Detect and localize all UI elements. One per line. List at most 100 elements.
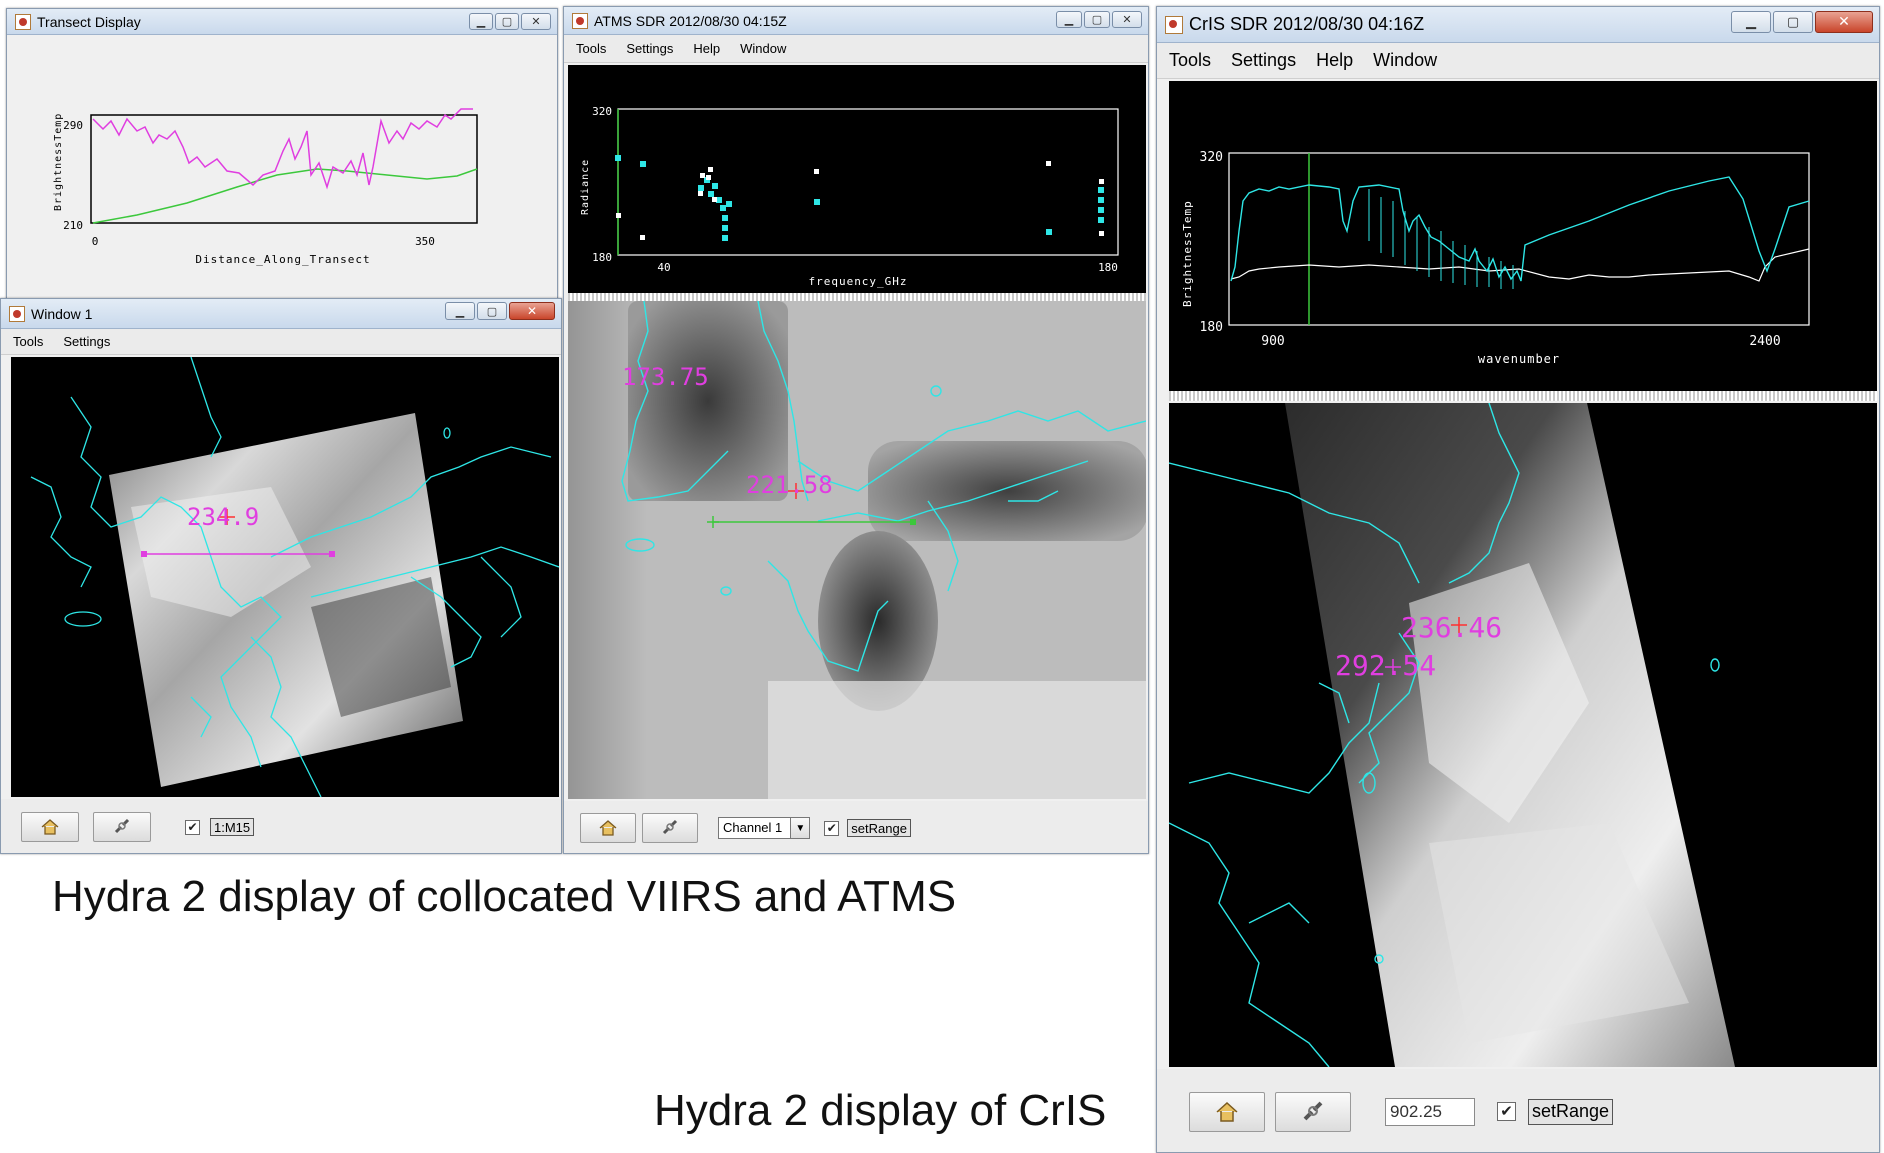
cris-menubar: Tools Settings Help Window: [1157, 43, 1879, 79]
dropdown-arrow-icon[interactable]: ▼: [790, 818, 810, 838]
atms-map-canvas[interactable]: 173.75 221.58: [568, 301, 1146, 799]
atms-menubar: Tools Settings Help Window: [564, 35, 1148, 63]
menu-settings[interactable]: Settings: [63, 334, 110, 349]
home-button[interactable]: [21, 812, 79, 842]
atms-spectrum-plot: 320 180 40 180 frequency_GHz Radiance: [580, 105, 1119, 288]
setrange-button[interactable]: setRange: [1528, 1098, 1614, 1125]
home-icon: [599, 820, 617, 836]
close-icon[interactable]: ✕: [1112, 11, 1142, 28]
minimize-icon[interactable]: ▁: [1056, 11, 1082, 28]
maximize-icon[interactable]: ▢: [477, 302, 507, 320]
menu-window[interactable]: Window: [740, 41, 786, 56]
viirs-probe-value: 234.9: [187, 503, 259, 531]
atms-map: 173.75 221.58: [568, 301, 1146, 799]
atms-cyan-points: [615, 155, 1104, 241]
link-icon: [114, 818, 130, 834]
checkbox-icon[interactable]: ✔: [824, 820, 840, 836]
viirs-window: Window 1 ▁ ▢ ✕ Tools Settings 234.9 ✔ 1:…: [0, 298, 562, 854]
menu-help[interactable]: Help: [693, 41, 720, 56]
transect-x-right: 350: [415, 235, 435, 248]
maximize-icon[interactable]: ▢: [1084, 11, 1110, 28]
viirs-titlebar[interactable]: Window 1 ▁ ▢ ✕: [1, 299, 561, 329]
atms-y-top: 320: [592, 105, 612, 118]
minimize-icon[interactable]: ▁: [1731, 11, 1771, 33]
atms-toolbar: Channel 1 ▼ ✔ setRange: [564, 801, 1148, 853]
wavenumber-input-value: 902.25: [1390, 1101, 1442, 1121]
menu-window[interactable]: Window: [1373, 50, 1437, 71]
cris-y-top: 320: [1200, 150, 1223, 165]
home-button[interactable]: [580, 813, 636, 843]
link-button[interactable]: [1275, 1091, 1351, 1132]
home-button[interactable]: [1189, 1091, 1265, 1132]
cris-plot-panel[interactable]: 320 180 900 2400 wavenumber BrightnessTe…: [1169, 81, 1877, 391]
menu-settings[interactable]: Settings: [626, 41, 673, 56]
link-button[interactable]: [642, 813, 698, 843]
link-button[interactable]: [93, 812, 151, 842]
caption-cris: Hydra 2 display of CrIS: [654, 1086, 1107, 1135]
channel-select-value: Channel 1: [723, 820, 783, 835]
viirs-map-canvas[interactable]: 234.9: [11, 357, 559, 797]
viirs-menubar: Tools Settings: [1, 329, 561, 355]
cris-white-spectrum: [1230, 248, 1810, 282]
atms-transect-handle[interactable]: [910, 519, 916, 525]
close-icon[interactable]: ✕: [509, 302, 555, 320]
transect-x-left: 0: [92, 235, 99, 248]
viirs-toolbar: ✔ 1:M15: [1, 799, 561, 853]
transect-titlebar[interactable]: Transect Display ▁ ▢ ✕: [7, 9, 557, 35]
checkbox-icon[interactable]: ✔: [185, 819, 200, 835]
menu-help[interactable]: Help: [1316, 50, 1353, 71]
atms-xlabel: frequency_GHz: [808, 275, 907, 288]
minimize-icon[interactable]: ▁: [469, 13, 493, 30]
home-icon: [41, 819, 59, 835]
cris-map: 236.46 292.54: [1169, 403, 1735, 1067]
channel-select[interactable]: Channel 1 ▼: [718, 817, 811, 839]
java-app-icon: [9, 305, 25, 322]
java-app-icon: [15, 13, 31, 30]
atms-titlebar[interactable]: ATMS SDR 2012/08/30 04:15Z ▁ ▢ ✕: [564, 7, 1148, 35]
java-app-icon: [572, 12, 588, 29]
menu-tools[interactable]: Tools: [576, 41, 606, 56]
viirs-transect-handle[interactable]: [141, 551, 147, 557]
menu-tools[interactable]: Tools: [1169, 50, 1211, 71]
link-icon: [662, 819, 678, 835]
cris-titlebar[interactable]: CrIS SDR 2012/08/30 04:16Z ▁ ▢ ✕: [1157, 7, 1879, 43]
home-icon: [1216, 1101, 1238, 1122]
atms-x-right: 180: [1098, 261, 1118, 274]
viirs-transect-handle[interactable]: [329, 551, 335, 557]
link-icon: [1303, 1101, 1323, 1120]
cris-toolbar: 902.25 ✔ setRange: [1157, 1069, 1879, 1152]
transect-y-bottom: 210: [63, 219, 83, 232]
atms-window: ATMS SDR 2012/08/30 04:15Z ▁ ▢ ✕ Tools S…: [563, 6, 1149, 854]
setrange-button[interactable]: setRange: [847, 819, 911, 837]
close-icon[interactable]: ✕: [1815, 11, 1873, 33]
atms-plot-panel[interactable]: 320 180 40 180 frequency_GHz Radiance: [568, 65, 1146, 293]
atms-y-bottom: 180: [592, 251, 612, 264]
java-app-icon: [1165, 15, 1183, 34]
cris-map-canvas[interactable]: 236.46 292.54: [1169, 403, 1877, 1067]
atms-probe-value-1: 173.75: [622, 363, 709, 391]
transect-plot-frame: [90, 114, 478, 224]
atms-splitter[interactable]: [568, 293, 1146, 301]
window-title: Transect Display: [37, 13, 141, 30]
maximize-icon[interactable]: ▢: [495, 13, 519, 30]
atms-ylabel: Radiance: [580, 159, 591, 215]
menu-settings[interactable]: Settings: [1231, 50, 1296, 71]
maximize-icon[interactable]: ▢: [1773, 11, 1813, 33]
caption-viirs-atms: Hydra 2 display of collocated VIIRS and …: [52, 872, 957, 921]
cris-x-left: 900: [1261, 334, 1284, 349]
window-title: Window 1: [31, 305, 93, 322]
wavenumber-input[interactable]: 902.25: [1385, 1097, 1475, 1126]
cris-cyan-noise: [1368, 189, 1514, 289]
cris-ylabel: BrightnessTemp: [1181, 200, 1194, 307]
cris-splitter[interactable]: [1169, 391, 1877, 401]
transect-y-top: 290: [63, 119, 83, 132]
transect-plot: 290 210 0 350 Distance_Along_Transect Br…: [53, 108, 478, 266]
cris-x-right: 2400: [1749, 334, 1780, 349]
cris-window: CrIS SDR 2012/08/30 04:16Z ▁ ▢ ✕ Tools S…: [1156, 6, 1880, 1153]
menu-tools[interactable]: Tools: [13, 334, 43, 349]
close-icon[interactable]: ✕: [521, 13, 551, 30]
minimize-icon[interactable]: ▁: [445, 302, 475, 320]
cris-probe-value-1: 236.46: [1401, 611, 1502, 644]
checkbox-icon[interactable]: ✔: [1497, 1102, 1516, 1121]
cris-y-bottom: 180: [1200, 320, 1223, 335]
